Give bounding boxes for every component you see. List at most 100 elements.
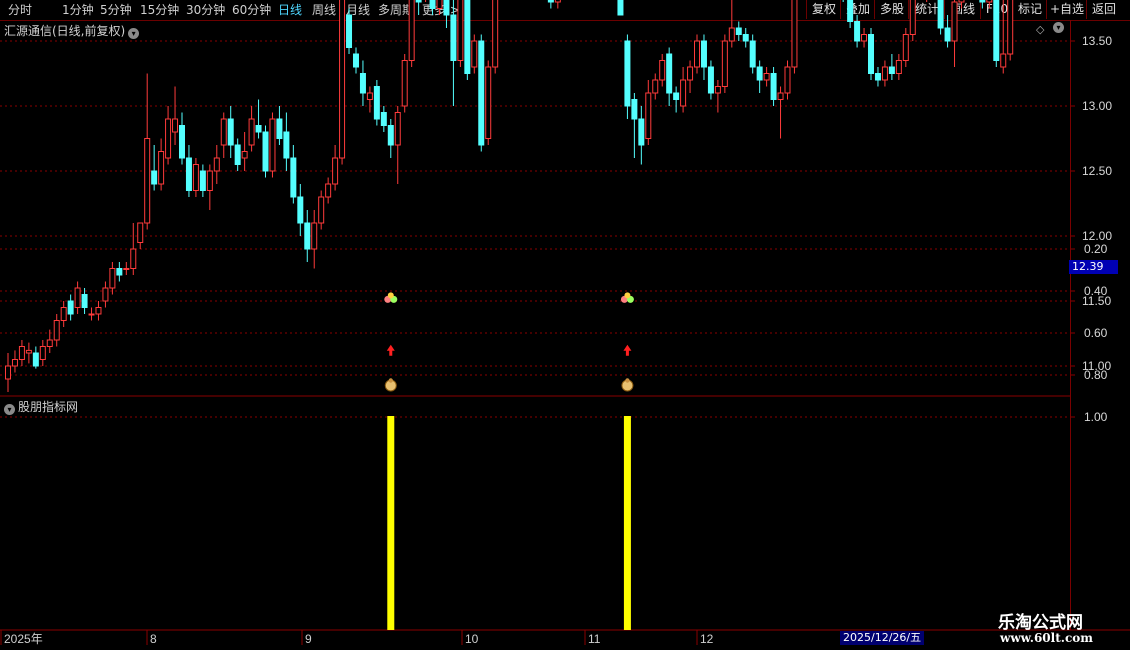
candle-body: [617, 0, 624, 16]
main-chart-header: 汇源通信(日线,前复权) ▾: [4, 22, 140, 39]
candle-body: [339, 0, 346, 159]
candle-body: [352, 53, 359, 68]
indicator-tick-label: 0.80: [1084, 368, 1108, 382]
candle-body: [888, 66, 895, 74]
diamond-icon[interactable]: ◇: [1036, 23, 1044, 36]
kline-chart[interactable]: 16.0015.5015.0014.5014.0013.5013.0012.50…: [0, 0, 1130, 650]
indicator-grid: [0, 248, 1070, 418]
candle-body: [144, 138, 151, 224]
candle-body: [192, 164, 199, 191]
time-label: 11: [588, 632, 601, 646]
watermark-title: 乐淘公式网: [998, 613, 1083, 633]
candle-body: [673, 92, 680, 100]
candle-body: [53, 320, 60, 341]
candle-body: [986, 0, 993, 3]
money-bag-knot: [388, 378, 393, 383]
candle-body: [937, 0, 944, 29]
candle-body: [185, 157, 192, 191]
candle-body: [756, 66, 763, 81]
candle-body: [895, 60, 902, 74]
candle-body: [784, 66, 791, 94]
candle-body: [401, 60, 408, 107]
candle-body: [206, 170, 213, 191]
candle-body: [359, 73, 366, 94]
candle-body: [436, 0, 443, 9]
ball-icon: [624, 292, 631, 299]
time-label: 12: [700, 632, 714, 646]
candle-body: [547, 0, 554, 3]
candle-body: [151, 170, 158, 185]
candle-body: [311, 222, 318, 250]
candle-body: [283, 131, 290, 159]
candle-body: [902, 34, 909, 61]
watermark: 乐淘公式网 www.60lt.com: [990, 606, 1130, 650]
indicator-tick-label: 0.20: [1084, 242, 1108, 256]
candle-body: [478, 40, 485, 146]
candle-body: [380, 112, 387, 126]
candle-body: [248, 118, 255, 146]
candle-body: [659, 60, 666, 81]
candle-body: [464, 0, 471, 74]
price-tick-label: 13.50: [1082, 34, 1112, 48]
candle-body: [666, 53, 673, 94]
candle-body: [262, 131, 269, 172]
candle-body: [1000, 53, 1007, 68]
candle-body: [25, 349, 32, 354]
candle-body: [554, 0, 561, 3]
candle-body: [874, 73, 881, 81]
candle-body: [742, 34, 749, 42]
candle-body: [60, 307, 67, 321]
candle-body: [415, 0, 422, 3]
candle-body: [81, 294, 88, 308]
indicator-tick-label: 0.60: [1084, 326, 1108, 340]
up-arrow-icon: [386, 344, 395, 356]
candle-body: [485, 66, 492, 139]
candle-body: [46, 339, 53, 347]
chevron-down-icon[interactable]: ▾: [128, 28, 140, 39]
candle-body: [979, 0, 986, 3]
signal-bar: [623, 416, 631, 630]
candle-body: [234, 144, 241, 165]
candle-body: [881, 66, 888, 81]
candle-body: [909, 0, 916, 35]
candle-body: [332, 157, 339, 185]
chevron-down-icon[interactable]: ▾: [1053, 22, 1064, 33]
candle-body: [624, 40, 631, 107]
candle-body: [387, 125, 394, 146]
candle-body: [735, 27, 742, 35]
candle-body: [116, 268, 123, 276]
candle-body: [241, 151, 248, 159]
candle-body: [165, 118, 172, 159]
signal-bar: [387, 416, 395, 630]
candle-body: [763, 73, 770, 81]
candle-body: [394, 112, 401, 146]
candle-body: [958, 0, 965, 3]
candle-body: [471, 40, 478, 68]
candle-body: [32, 352, 39, 367]
candle-body: [770, 73, 777, 100]
candle-body: [457, 0, 464, 61]
candle-body: [700, 40, 707, 68]
chevron-down-icon[interactable]: ▾: [4, 404, 15, 415]
price-tick-label: 13.00: [1082, 99, 1112, 113]
candle-body: [645, 92, 652, 139]
candle-body: [199, 170, 206, 191]
candle-body: [791, 0, 798, 68]
candle-body: [74, 287, 81, 308]
time-axis: 2025年 8 9 10 11 12: [0, 630, 714, 646]
time-label: 10: [465, 632, 479, 646]
candle-body: [652, 79, 659, 94]
up-arrow-icon: [623, 344, 632, 356]
candle-body: [861, 34, 868, 42]
candle-body: [993, 0, 1000, 61]
candle-body: [443, 0, 450, 16]
candle-body: [213, 157, 220, 172]
indicator-tick-label: 0.40: [1084, 284, 1108, 298]
candle-body: [868, 34, 875, 74]
candle-body: [366, 92, 373, 100]
candle-body: [95, 307, 102, 315]
candle-body: [172, 118, 179, 133]
time-label: 2025年: [4, 632, 43, 646]
ball-icon: [387, 292, 394, 299]
candle-body: [346, 14, 353, 48]
